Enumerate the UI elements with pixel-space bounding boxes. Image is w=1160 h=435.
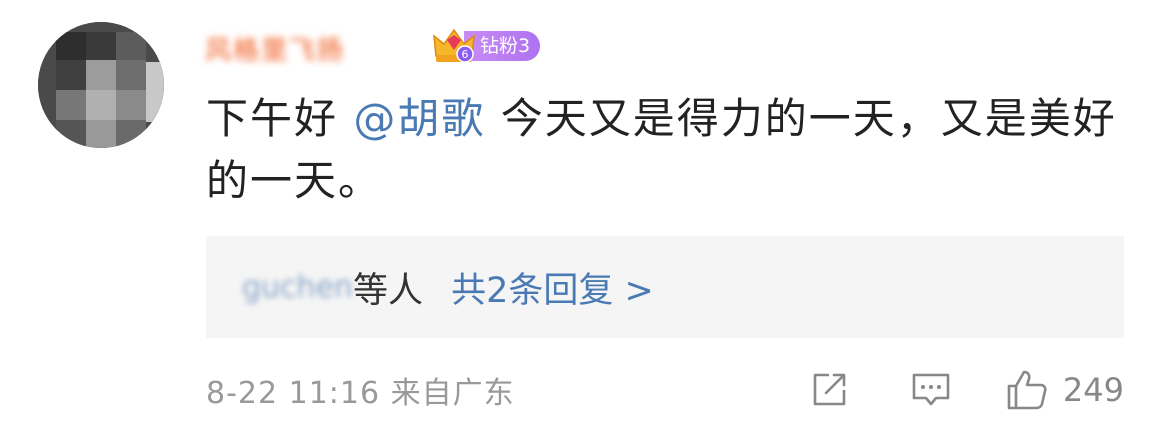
- username[interactable]: 风格里飞扬: [205, 30, 345, 66]
- username-text[interactable]: 风格里飞扬: [205, 30, 345, 67]
- reply-count-link[interactable]: 共2条回复 >: [451, 262, 654, 313]
- like-count: 249: [1062, 371, 1124, 409]
- comment-text-before: 下午好: [206, 94, 354, 143]
- reply-summary[interactable]: guchen 等人 共2条回复 >: [206, 236, 1124, 338]
- share-icon: [813, 373, 846, 406]
- fan-badge[interactable]: 6 钻粉3: [432, 26, 541, 66]
- badge-level: 6: [462, 48, 469, 61]
- share-button[interactable]: [807, 368, 851, 412]
- reply-users: guchen: [242, 269, 354, 305]
- mention-link[interactable]: @胡歌: [353, 94, 485, 143]
- reply-users-suffix: 等人: [353, 270, 424, 311]
- comment-button[interactable]: [909, 368, 953, 412]
- avatar[interactable]: [38, 22, 164, 148]
- comment-text: 下午好 @胡歌 今天又是得力的一天，又是美好的一天。: [206, 88, 1136, 212]
- crown-icon: 6: [433, 28, 475, 63]
- comment-meta: 8-22 11:16 来自广东: [206, 376, 515, 411]
- comment-footer: 8-22 11:16 来自广东 249: [206, 366, 1124, 414]
- like-button[interactable]: [1005, 368, 1049, 412]
- thumbs-up-icon: [1007, 370, 1047, 410]
- comment-icon: [912, 373, 950, 406]
